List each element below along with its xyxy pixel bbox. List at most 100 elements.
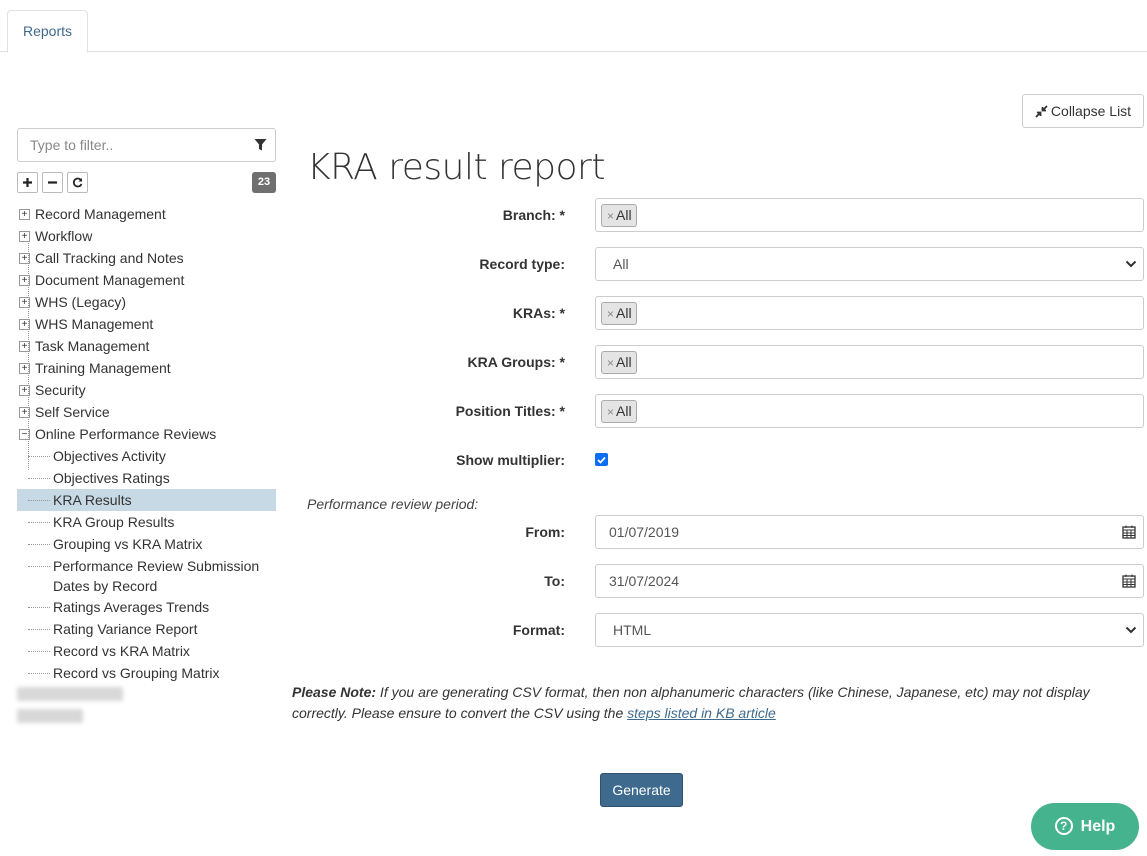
refresh-icon <box>72 177 83 188</box>
position-titles-row: Position Titles: * × All <box>290 394 1147 428</box>
to-label: To: <box>544 573 565 589</box>
page-title: KRA result report <box>307 147 605 188</box>
record-type-select[interactable]: All <box>595 247 1144 281</box>
position-titles-select[interactable]: × All <box>595 394 1144 428</box>
performance-review-period-label: Performance review period: <box>307 496 479 512</box>
tree-node-whs-legacy[interactable]: + WHS (Legacy) <box>17 291 276 313</box>
record-type-value: All <box>613 256 629 272</box>
plus-icon <box>23 178 32 187</box>
tag-label: All <box>616 403 632 419</box>
tree-item-kra-group-results[interactable]: KRA Group Results <box>17 511 276 533</box>
from-row: From: 01/07/2019 <box>290 515 1147 549</box>
tab-reports[interactable]: Reports <box>7 10 88 53</box>
kras-select[interactable]: × All <box>595 296 1144 330</box>
tree-node-call-tracking[interactable]: + Call Tracking and Notes <box>17 247 276 269</box>
tree-item-label: Rating Variance Report <box>53 621 198 637</box>
tree-item-label: Performance Review Submission Dates by R… <box>53 558 260 594</box>
kras-label: KRAs: * <box>512 305 565 321</box>
expand-icon[interactable]: + <box>19 209 30 220</box>
branch-label: Branch: * <box>502 207 565 223</box>
generate-button[interactable]: Generate <box>600 773 683 807</box>
report-tree: + Record Management + Workflow + Call Track… <box>17 203 276 684</box>
kras-row: KRAs: * × All <box>290 296 1147 330</box>
tree-node-self-service[interactable]: + Self Service <box>17 401 276 423</box>
report-count-badge: 23 <box>252 172 276 193</box>
chevron-down-icon <box>1125 626 1137 634</box>
collapse-list-button[interactable]: Collapse List <box>1022 94 1144 128</box>
tree-node-workflow[interactable]: + Workflow <box>17 225 276 247</box>
kb-article-link[interactable]: steps listed in KB article <box>627 705 776 721</box>
redacted-item <box>17 687 123 701</box>
branch-row: Branch: * × All <box>290 198 1147 232</box>
from-label: From: <box>525 524 565 540</box>
tree-node-label: WHS Management <box>35 316 154 332</box>
remove-tag-icon[interactable]: × <box>607 356 614 370</box>
record-type-label: Record type: <box>479 256 565 272</box>
show-multiplier-checkbox[interactable] <box>595 453 608 466</box>
tab-bar: Reports <box>0 0 1147 53</box>
check-icon <box>597 456 606 464</box>
from-date-input[interactable]: 01/07/2019 <box>595 515 1144 549</box>
filter-input[interactable] <box>18 129 238 161</box>
tree-item-label: KRA Results <box>53 492 132 508</box>
tree-item-label: Ratings Averages Trends <box>53 599 210 615</box>
tree-item-performance-review-submission[interactable]: Performance Review Submission Dates by R… <box>17 555 276 596</box>
tag-label: All <box>616 207 632 223</box>
tree-item-grouping-vs-kra-matrix[interactable]: Grouping vs KRA Matrix <box>17 533 276 555</box>
help-label: Help <box>1080 818 1116 835</box>
kras-tag: × All <box>601 302 637 325</box>
tree-item-label: Record vs KRA Matrix <box>53 643 190 659</box>
remove-tag-icon[interactable]: × <box>607 405 614 419</box>
branch-tag: × All <box>601 204 637 227</box>
tree-item-objectives-ratings[interactable]: Objectives Ratings <box>17 467 276 489</box>
tree-node-label: Document Management <box>35 272 185 288</box>
tree-node-label: Online Performance Reviews <box>35 426 217 442</box>
kra-groups-tag: × All <box>601 351 637 374</box>
record-type-row: Record type: All <box>290 247 1147 281</box>
show-multiplier-row: Show multiplier: <box>290 443 1147 477</box>
tree-node-training-management[interactable]: + Training Management <box>17 357 276 379</box>
tree-node-online-performance-reviews[interactable]: − Online Performance Reviews <box>17 423 276 445</box>
format-value: HTML <box>613 622 652 638</box>
remove-tag-icon[interactable]: × <box>607 307 614 321</box>
tree-node-document-management[interactable]: + Document Management <box>17 269 276 291</box>
expand-all-button[interactable] <box>17 172 38 193</box>
position-titles-label: Position Titles: * <box>455 403 565 419</box>
tree-item-kra-results[interactable]: KRA Results <box>17 489 276 511</box>
tree-node-record-management[interactable]: + Record Management <box>17 203 276 225</box>
tree-item-record-vs-kra-matrix[interactable]: Record vs KRA Matrix <box>17 640 276 662</box>
tree-item-label: KRA Group Results <box>53 514 175 530</box>
kra-groups-select[interactable]: × All <box>595 345 1144 379</box>
refresh-button[interactable] <box>67 172 88 193</box>
tag-label: All <box>616 305 632 321</box>
tree-item-ratings-averages-trends[interactable]: Ratings Averages Trends <box>17 596 276 618</box>
tree-guide-line <box>28 241 29 470</box>
tree-node-label: Training Management <box>35 360 171 376</box>
tree-node-task-management[interactable]: + Task Management <box>17 335 276 357</box>
to-date-input[interactable]: 31/07/2024 <box>595 564 1144 598</box>
format-select[interactable]: HTML <box>595 613 1144 647</box>
kra-groups-row: KRA Groups: * × All <box>290 345 1147 379</box>
calendar-icon[interactable] <box>1122 574 1136 588</box>
tree-node-label: WHS (Legacy) <box>35 294 127 310</box>
tree-item-rating-variance-report[interactable]: Rating Variance Report <box>17 618 276 640</box>
tree-node-security[interactable]: + Security <box>17 379 276 401</box>
tree-item-objectives-activity[interactable]: Objectives Activity <box>17 445 276 467</box>
tree-node-whs-management[interactable]: + WHS Management <box>17 313 276 335</box>
tree-item-label: Objectives Ratings <box>53 470 170 486</box>
to-date-value: 31/07/2024 <box>609 573 680 589</box>
tree-item-record-vs-grouping-matrix[interactable]: Record vs Grouping Matrix <box>17 662 276 684</box>
tree-item-label: Record vs Grouping Matrix <box>53 665 220 681</box>
tag-label: All <box>616 354 632 370</box>
csv-note: Please Note: If you are generating CSV f… <box>292 682 1144 724</box>
branch-select[interactable]: × All <box>595 198 1144 232</box>
filter-box <box>17 128 276 162</box>
filter-icon[interactable] <box>254 138 267 152</box>
kra-groups-label: KRA Groups: * <box>467 354 565 370</box>
calendar-icon[interactable] <box>1122 525 1136 539</box>
remove-tag-icon[interactable]: × <box>607 209 614 223</box>
minus-icon <box>48 181 57 184</box>
help-button[interactable]: ? Help <box>1031 803 1139 850</box>
collapse-all-button[interactable] <box>42 172 63 193</box>
chevron-down-icon <box>1125 260 1137 268</box>
